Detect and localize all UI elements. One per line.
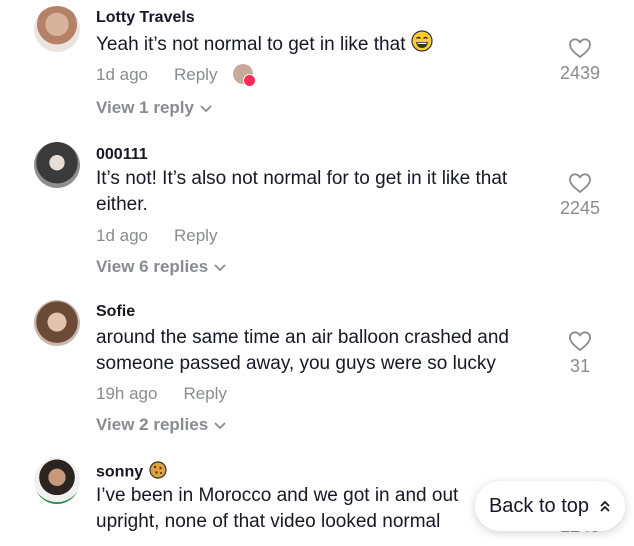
comment-time: 1d ago [96,226,148,245]
like-button[interactable]: 2245 [545,172,615,219]
creator-liked-avatar [233,64,256,87]
laughing-emoji-icon [411,30,434,60]
comment-username[interactable]: sonny [96,461,167,484]
avatar[interactable] [34,6,80,52]
avatar[interactable] [34,300,80,346]
comment-username[interactable]: Lotty Travels [96,9,195,27]
comment-text-content: Yeah it’s not normal to get in like that [96,34,406,56]
view-replies-button[interactable]: View 2 replies [96,415,226,435]
comment-meta: 19h ago Reply [96,384,227,404]
view-replies-label: View 1 reply [96,98,194,117]
heart-outline-icon [569,38,591,59]
heart-outline-icon [569,331,591,352]
view-replies-button[interactable]: View 6 replies [96,257,226,277]
comment-text: Yeah it’s not normal to get in like that [96,30,546,60]
comments-panel: Lotty Travels Yeah it’s not normal to ge… [0,0,634,546]
like-count: 2439 [559,63,601,83]
comment-username-text: sonny [96,463,144,481]
comment-username[interactable]: Sofie [96,303,135,321]
comment-time: 19h ago [96,384,158,403]
chevron-down-icon [200,104,212,112]
comment-meta: 1d ago Reply [96,65,217,85]
chevron-down-icon [214,421,226,429]
back-to-top-button[interactable]: Back to top [475,481,625,531]
view-replies-label: View 2 replies [96,415,209,434]
like-count: 31 [569,356,591,376]
comment-text: around the same time an air balloon cras… [96,327,509,374]
chevron-down-icon [214,263,226,271]
comment-text: It’s not! It’s also not normal for to ge… [96,168,508,215]
like-count: 2245 [559,198,601,218]
comment-text: I’ve been in Morocco and we got in and o… [96,485,459,532]
reply-button[interactable]: Reply [174,65,217,84]
comment-meta: 1d ago Reply [96,226,217,246]
cookie-emoji-icon [149,461,167,484]
reply-button[interactable]: Reply [174,226,217,245]
comment-time: 1d ago [96,65,148,84]
double-chevron-up-icon [600,500,610,512]
avatar[interactable] [34,142,80,188]
heart-outline-icon [569,173,591,194]
reply-button[interactable]: Reply [183,384,226,403]
view-replies-label: View 6 replies [96,257,209,276]
back-to-top-label: Back to top [488,494,590,517]
like-button[interactable]: 31 [545,330,615,377]
comment-username[interactable]: 000111 [96,146,148,164]
like-button[interactable]: 2439 [545,37,615,84]
avatar[interactable] [34,458,80,504]
heart-badge-icon [243,74,256,87]
view-replies-button[interactable]: View 1 reply [96,98,212,118]
